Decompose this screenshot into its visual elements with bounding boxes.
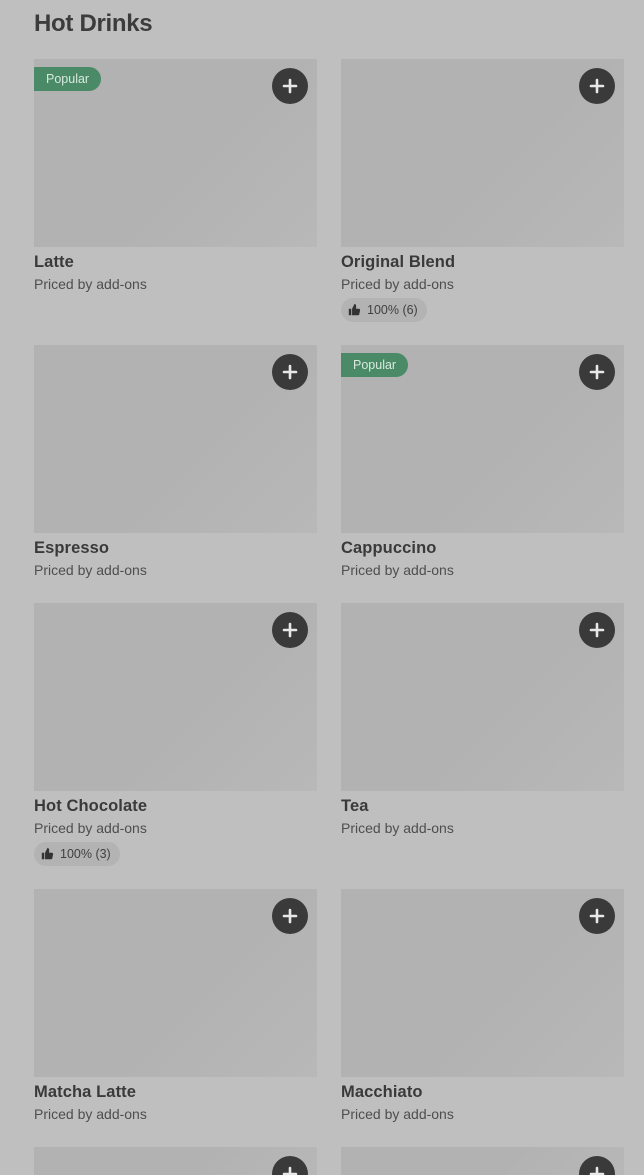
menu-item-card[interactable]: Tea Priced by add-ons (341, 603, 624, 837)
item-image[interactable] (341, 59, 624, 247)
add-item-button[interactable] (579, 354, 615, 390)
menu-item-card[interactable]: Espresso Priced by add-ons (34, 345, 317, 579)
item-image[interactable] (341, 603, 624, 791)
thumbs-up-icon (41, 848, 54, 860)
menu-item-card[interactable]: Popular Latte Priced by add-ons (34, 59, 317, 293)
item-price: Priced by add-ons (341, 1106, 454, 1122)
menu-page: Hot Drinks Popular Latte Priced by add-o… (0, 0, 644, 1175)
menu-item-card[interactable] (34, 1147, 317, 1175)
plus-icon (282, 908, 298, 924)
add-item-button[interactable] (579, 1156, 615, 1175)
item-image[interactable]: Popular (34, 59, 317, 247)
menu-item-card[interactable]: Hot Chocolate Priced by add-ons 100% (3) (34, 603, 317, 866)
section-title: Hot Drinks (34, 10, 153, 37)
menu-item-card[interactable]: Matcha Latte Priced by add-ons (34, 889, 317, 1123)
item-image[interactable] (34, 889, 317, 1077)
rating-badge: 100% (6) (341, 298, 427, 322)
menu-item-card[interactable]: Macchiato Priced by add-ons (341, 889, 624, 1123)
rating-value: 100% (6) (367, 303, 418, 317)
thumbs-up-icon (348, 304, 361, 316)
item-name[interactable]: Espresso (34, 538, 317, 558)
item-price: Priced by add-ons (34, 1106, 147, 1122)
add-item-button[interactable] (579, 898, 615, 934)
item-name[interactable]: Hot Chocolate (34, 796, 317, 816)
add-item-button[interactable] (272, 68, 308, 104)
add-item-button[interactable] (272, 1156, 308, 1175)
item-name[interactable]: Matcha Latte (34, 1082, 317, 1102)
item-price: Priced by add-ons (34, 562, 147, 578)
plus-icon (282, 78, 298, 94)
item-name[interactable]: Original Blend (341, 252, 624, 272)
item-price: Priced by add-ons (341, 820, 454, 836)
add-item-button[interactable] (272, 354, 308, 390)
plus-icon (589, 364, 605, 380)
item-price: Priced by add-ons (341, 276, 454, 292)
item-image[interactable] (34, 603, 317, 791)
plus-icon (589, 78, 605, 94)
plus-icon (282, 364, 298, 380)
add-item-button[interactable] (272, 612, 308, 648)
item-name[interactable]: Cappuccino (341, 538, 624, 558)
popular-badge: Popular (341, 353, 409, 377)
add-item-button[interactable] (272, 898, 308, 934)
plus-icon (589, 622, 605, 638)
item-image[interactable]: Popular (341, 345, 624, 533)
plus-icon (282, 622, 298, 638)
item-name[interactable]: Macchiato (341, 1082, 624, 1102)
item-price: Priced by add-ons (34, 276, 147, 292)
popular-badge: Popular (34, 67, 102, 91)
menu-item-card[interactable]: Original Blend Priced by add-ons 100% (6… (341, 59, 624, 322)
item-name[interactable]: Latte (34, 252, 317, 272)
menu-item-card[interactable] (341, 1147, 624, 1175)
plus-icon (589, 1166, 605, 1175)
item-image[interactable] (341, 889, 624, 1077)
plus-icon (282, 1166, 298, 1175)
add-item-button[interactable] (579, 68, 615, 104)
item-image[interactable] (34, 1147, 317, 1175)
item-price: Priced by add-ons (34, 820, 147, 836)
item-price: Priced by add-ons (341, 562, 454, 578)
menu-item-card[interactable]: Popular Cappuccino Priced by add-ons (341, 345, 624, 579)
item-image[interactable] (34, 345, 317, 533)
rating-badge: 100% (3) (34, 842, 120, 866)
item-image[interactable] (341, 1147, 624, 1175)
add-item-button[interactable] (579, 612, 615, 648)
rating-value: 100% (3) (60, 847, 111, 861)
item-name[interactable]: Tea (341, 796, 624, 816)
plus-icon (589, 908, 605, 924)
